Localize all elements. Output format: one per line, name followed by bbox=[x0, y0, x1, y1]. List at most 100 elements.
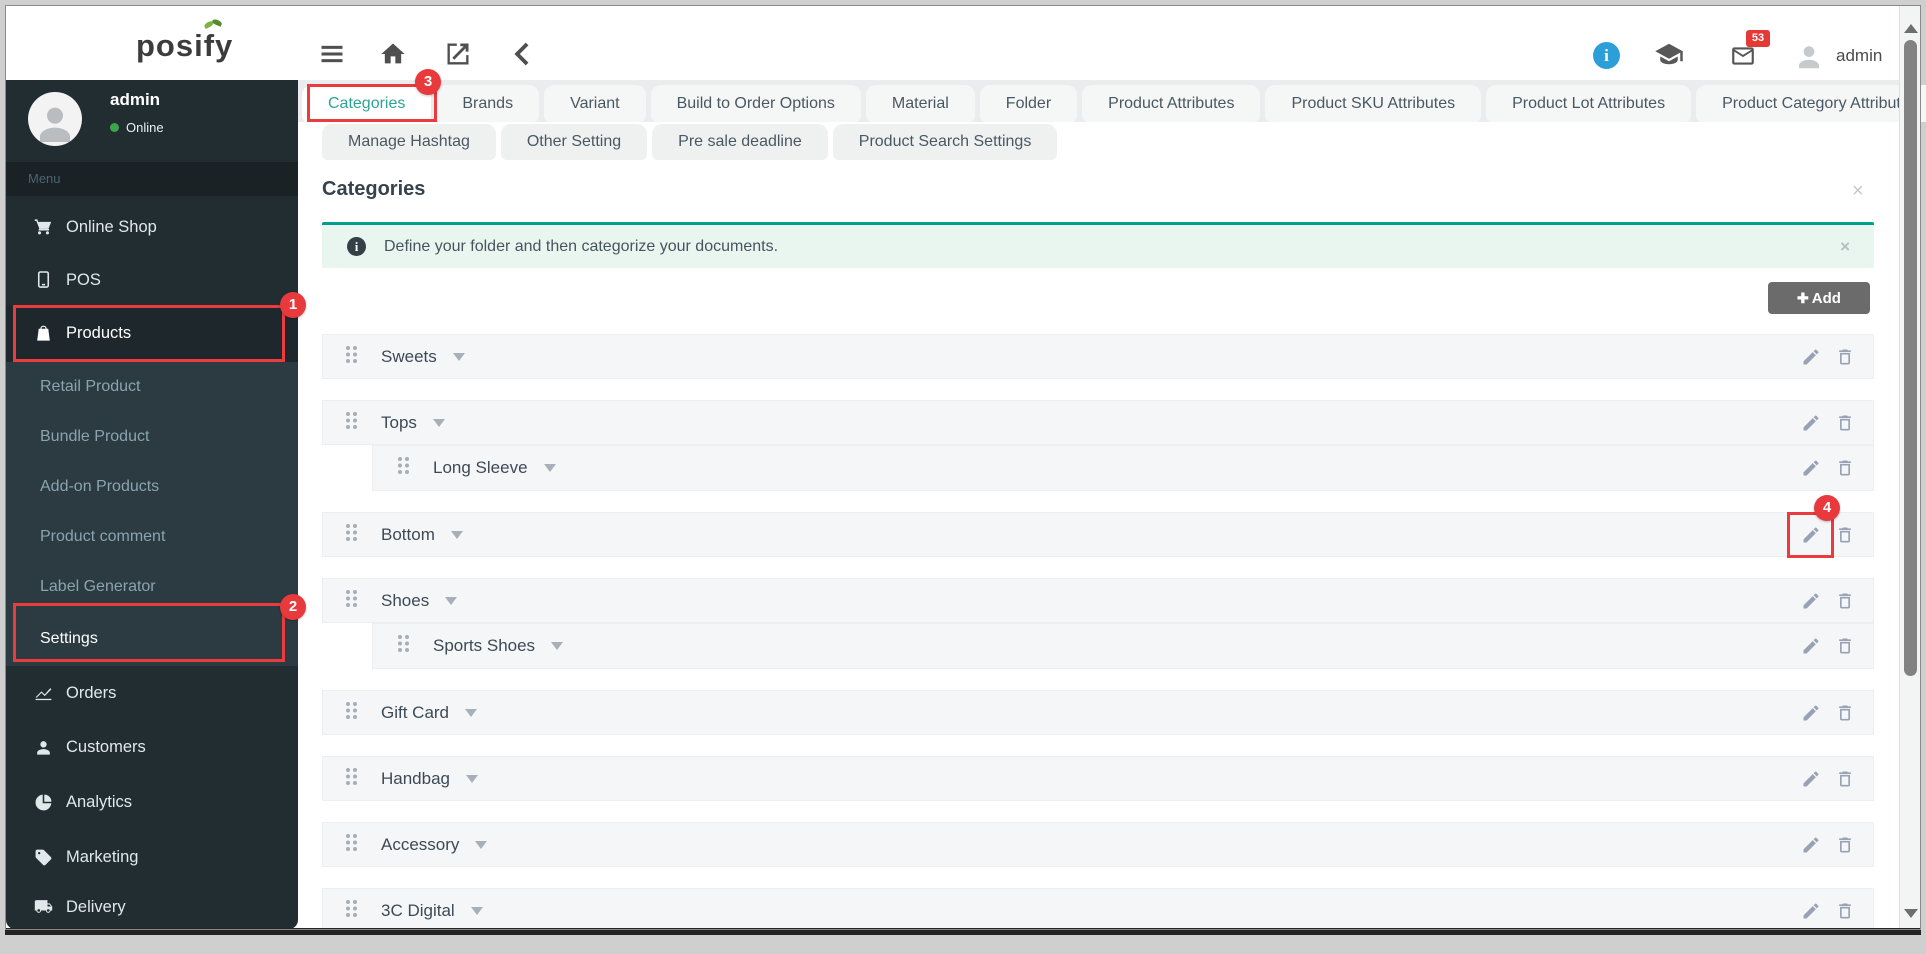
sidebar-item-analytics[interactable]: Analytics bbox=[6, 775, 298, 830]
category-name: Gift Card bbox=[381, 702, 450, 722]
vertical-scrollbar[interactable] bbox=[1899, 6, 1920, 928]
posify-logo[interactable]: posify bbox=[136, 18, 234, 64]
category-list: Sweets Tops Long Sleeve Bottom 4 Shoes S… bbox=[322, 334, 1874, 954]
sidebar-item-marketing[interactable]: Marketing bbox=[6, 830, 298, 885]
category-row-shoes: Shoes bbox=[322, 578, 1874, 623]
category-name: Accessory bbox=[381, 834, 460, 854]
drag-handle-icon[interactable] bbox=[345, 589, 358, 613]
add-button[interactable]: ✚ Add bbox=[1768, 282, 1870, 314]
edit-icon[interactable] bbox=[1801, 636, 1821, 656]
sidebar-item-delivery[interactable]: Delivery bbox=[6, 885, 298, 929]
chevron-down-icon[interactable] bbox=[450, 530, 463, 539]
alert-close-icon[interactable]: × bbox=[1840, 237, 1850, 257]
home-icon[interactable] bbox=[379, 40, 409, 70]
tab-folder[interactable]: Folder bbox=[979, 85, 1078, 122]
delete-icon[interactable] bbox=[1835, 458, 1855, 478]
tab-product-lot-attributes[interactable]: Product Lot Attributes bbox=[1486, 85, 1692, 122]
edit-icon[interactable] bbox=[1801, 835, 1821, 855]
mail-icon[interactable] bbox=[1728, 43, 1758, 74]
edit-icon[interactable] bbox=[1801, 458, 1821, 478]
edit-icon[interactable] bbox=[1801, 413, 1821, 433]
delete-icon[interactable] bbox=[1835, 703, 1855, 723]
settings-tabs-row1: Categories Brands Variant Build to Order… bbox=[302, 85, 1926, 122]
settings-tabs-row2: Manage Hashtag Other Setting Pre sale de… bbox=[322, 124, 1058, 160]
sidebar-user-status[interactable]: Online bbox=[110, 120, 164, 135]
delete-icon[interactable] bbox=[1835, 413, 1855, 433]
chevron-down-icon[interactable] bbox=[466, 774, 479, 783]
chevron-down-icon[interactable] bbox=[445, 596, 458, 605]
chevron-down-icon[interactable] bbox=[432, 418, 445, 427]
drag-handle-icon[interactable] bbox=[345, 701, 358, 725]
tab-other-setting[interactable]: Other Setting bbox=[500, 124, 648, 160]
drag-handle-icon[interactable] bbox=[345, 345, 358, 369]
delete-icon[interactable] bbox=[1835, 769, 1855, 789]
tab-pre-sale-deadline[interactable]: Pre sale deadline bbox=[652, 124, 828, 160]
delete-icon[interactable] bbox=[1835, 525, 1855, 545]
drag-handle-icon[interactable] bbox=[345, 899, 358, 923]
tab-material[interactable]: Material bbox=[865, 85, 975, 122]
chevron-down-icon[interactable] bbox=[543, 464, 556, 472]
sidebar-item-products[interactable]: Products bbox=[6, 305, 298, 362]
sidebar-avatar[interactable] bbox=[28, 92, 82, 146]
scroll-down-arrow[interactable] bbox=[1904, 909, 1918, 918]
tab-product-sku-attributes[interactable]: Product SKU Attributes bbox=[1265, 85, 1482, 122]
external-link-icon[interactable] bbox=[444, 40, 474, 70]
delete-icon[interactable] bbox=[1835, 347, 1855, 367]
sidebar-item-settings[interactable]: Settings bbox=[6, 612, 298, 666]
delete-icon[interactable] bbox=[1835, 636, 1855, 656]
close-icon[interactable]: × bbox=[1852, 180, 1864, 203]
admin-menu[interactable]: admin bbox=[1836, 46, 1882, 66]
drag-handle-icon[interactable] bbox=[345, 523, 358, 547]
info-icon[interactable]: i bbox=[1593, 42, 1620, 69]
delete-icon[interactable] bbox=[1835, 591, 1855, 611]
drag-handle-icon[interactable] bbox=[345, 833, 358, 857]
sidebar: admin Online Menu Online Shop POS Produc… bbox=[6, 80, 298, 929]
sidebar-item-customers[interactable]: Customers bbox=[6, 720, 298, 775]
tab-brands[interactable]: Brands bbox=[436, 85, 540, 122]
delete-icon[interactable] bbox=[1835, 901, 1855, 921]
back-chevron-icon[interactable] bbox=[510, 40, 540, 70]
chevron-down-icon[interactable] bbox=[452, 352, 465, 361]
sidebar-item-product-comment[interactable]: Product comment bbox=[6, 512, 298, 562]
avatar[interactable] bbox=[1794, 42, 1824, 72]
category-row-tops: Tops bbox=[322, 400, 1874, 445]
sidebar-item-orders[interactable]: Orders bbox=[6, 666, 298, 720]
drag-handle-icon[interactable] bbox=[345, 767, 358, 791]
drag-handle-icon[interactable] bbox=[397, 634, 410, 658]
posify-logo-text: posify bbox=[136, 28, 234, 63]
chevron-down-icon[interactable] bbox=[551, 642, 564, 650]
scrollbar-thumb[interactable] bbox=[1904, 40, 1917, 676]
edit-icon[interactable] bbox=[1801, 769, 1821, 789]
graduation-cap-icon[interactable] bbox=[1652, 40, 1686, 75]
category-name: Shoes bbox=[381, 590, 430, 610]
chevron-down-icon[interactable] bbox=[465, 708, 478, 717]
tab-product-search-settings[interactable]: Product Search Settings bbox=[832, 124, 1058, 160]
sidebar-item-retail-product[interactable]: Retail Product bbox=[6, 362, 298, 412]
tab-categories[interactable]: Categories bbox=[302, 85, 432, 122]
delete-icon[interactable] bbox=[1835, 835, 1855, 855]
edit-icon[interactable] bbox=[1801, 591, 1821, 611]
chevron-down-icon[interactable] bbox=[475, 840, 488, 849]
tab-product-attributes[interactable]: Product Attributes bbox=[1082, 85, 1261, 122]
plus-icon: ✚ bbox=[1797, 289, 1809, 306]
edit-icon[interactable] bbox=[1801, 347, 1821, 367]
edit-icon[interactable] bbox=[1801, 703, 1821, 723]
scroll-up-arrow[interactable] bbox=[1904, 24, 1918, 33]
sidebar-item-bundle-product[interactable]: Bundle Product bbox=[6, 412, 298, 462]
page-title: Categories bbox=[322, 178, 426, 200]
sidebar-item-pos[interactable]: POS bbox=[6, 255, 298, 305]
tab-product-category-attribute[interactable]: Product Category Attribute bbox=[1696, 85, 1926, 122]
sidebar-item-label-generator[interactable]: Label Generator bbox=[6, 562, 298, 612]
tab-build-to-order-options[interactable]: Build to Order Options bbox=[650, 85, 861, 122]
category-row-sweets: Sweets bbox=[322, 334, 1874, 379]
edit-icon-annotated[interactable]: 4 bbox=[1787, 494, 1840, 558]
edit-icon[interactable] bbox=[1801, 901, 1821, 921]
tab-manage-hashtag[interactable]: Manage Hashtag bbox=[322, 124, 496, 160]
hamburger-menu-icon[interactable] bbox=[318, 40, 348, 70]
sidebar-item-online-shop[interactable]: Online Shop bbox=[6, 202, 298, 252]
drag-handle-icon[interactable] bbox=[397, 456, 410, 480]
tab-variant[interactable]: Variant bbox=[544, 85, 646, 122]
sidebar-item-addon-products[interactable]: Add-on Products bbox=[6, 462, 298, 512]
chevron-down-icon[interactable] bbox=[470, 906, 483, 915]
drag-handle-icon[interactable] bbox=[345, 411, 358, 435]
